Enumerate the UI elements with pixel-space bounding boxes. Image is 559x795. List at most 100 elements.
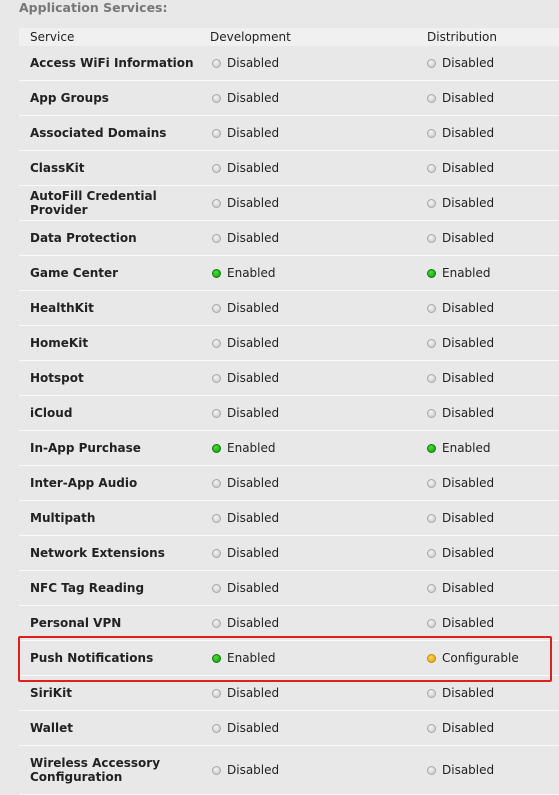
status-label: Configurable xyxy=(442,651,519,665)
table-row[interactable]: AutoFill Credential Provider Disabled Di… xyxy=(19,186,559,221)
status-label: Disabled xyxy=(442,763,495,777)
status-dot-icon xyxy=(212,723,221,733)
header-development: Development xyxy=(210,30,291,44)
status-dot-icon xyxy=(427,548,436,558)
table-row[interactable]: Push Notifications Enabled Configurable xyxy=(19,641,559,676)
status-label: Disabled xyxy=(442,91,495,105)
distribution-status: Disabled xyxy=(427,721,494,735)
table-row[interactable]: Wallet Disabled Disabled xyxy=(19,711,559,746)
table-row[interactable]: HealthKit Disabled Disabled xyxy=(19,291,559,326)
status-dot-icon xyxy=(427,583,436,593)
service-name: Access WiFi Information xyxy=(30,56,194,70)
status-label: Enabled xyxy=(227,266,276,280)
status-label: Disabled xyxy=(442,371,495,385)
distribution-status: Disabled xyxy=(427,161,494,175)
development-status: Disabled xyxy=(210,581,427,595)
table-row[interactable]: NFC Tag Reading Disabled Disabled xyxy=(19,571,559,606)
table-row[interactable]: Wireless Accessory Configuration Disable… xyxy=(19,746,559,795)
development-status: Disabled xyxy=(210,161,427,175)
status-dot-icon xyxy=(212,653,221,663)
development-status: Disabled xyxy=(210,476,427,490)
status-label: Disabled xyxy=(442,546,495,560)
service-name: Game Center xyxy=(30,266,119,280)
distribution-status: Disabled xyxy=(427,126,494,140)
distribution-status: Disabled xyxy=(427,91,494,105)
service-name: iCloud xyxy=(30,406,73,420)
development-status: Disabled xyxy=(210,511,427,525)
status-label: Disabled xyxy=(442,686,495,700)
status-label: Disabled xyxy=(442,161,495,175)
status-label: Disabled xyxy=(227,616,280,630)
table-row[interactable]: App Groups Disabled Disabled xyxy=(19,81,559,116)
status-label: Disabled xyxy=(442,301,495,315)
status-label: Disabled xyxy=(227,301,280,315)
status-label: Disabled xyxy=(227,91,280,105)
distribution-status: Disabled xyxy=(427,196,494,210)
status-label: Disabled xyxy=(442,336,495,350)
status-label: Disabled xyxy=(227,581,280,595)
table-row[interactable]: Multipath Disabled Disabled xyxy=(19,501,559,536)
table-row[interactable]: HomeKit Disabled Disabled xyxy=(19,326,559,361)
table-row[interactable]: Access WiFi Information Disabled Disable… xyxy=(19,46,559,81)
service-name: Wireless Accessory Configuration xyxy=(30,756,161,784)
status-dot-icon xyxy=(427,513,436,523)
service-name: In-App Purchase xyxy=(30,441,141,455)
development-status: Disabled xyxy=(210,91,427,105)
status-dot-icon xyxy=(212,765,221,775)
status-label: Disabled xyxy=(442,581,495,595)
distribution-status: Disabled xyxy=(427,406,494,420)
status-label: Disabled xyxy=(227,686,280,700)
status-dot-icon xyxy=(427,233,436,243)
status-dot-icon xyxy=(212,198,221,208)
development-status: Disabled xyxy=(210,126,427,140)
distribution-status: Disabled xyxy=(427,231,494,245)
status-label: Disabled xyxy=(227,196,280,210)
service-name: Personal VPN xyxy=(30,616,122,630)
development-status: Disabled xyxy=(210,721,427,735)
development-status: Disabled xyxy=(210,763,427,777)
status-dot-icon xyxy=(427,268,436,278)
service-name: ClassKit xyxy=(30,161,85,175)
service-name: Push Notifications xyxy=(30,651,154,665)
table-row[interactable]: ClassKit Disabled Disabled xyxy=(19,151,559,186)
status-label: Disabled xyxy=(227,476,280,490)
status-dot-icon xyxy=(212,408,221,418)
status-label: Enabled xyxy=(227,651,276,665)
status-dot-icon xyxy=(427,765,436,775)
status-label: Disabled xyxy=(442,721,495,735)
status-dot-icon xyxy=(427,688,436,698)
status-label: Enabled xyxy=(227,441,276,455)
table-row[interactable]: SiriKit Disabled Disabled xyxy=(19,676,559,711)
table-row[interactable]: Personal VPN Disabled Disabled xyxy=(19,606,559,641)
table-row[interactable]: Inter-App Audio Disabled Disabled xyxy=(19,466,559,501)
table-row[interactable]: Network Extensions Disabled Disabled xyxy=(19,536,559,571)
distribution-status: Disabled xyxy=(427,546,494,560)
status-dot-icon xyxy=(212,443,221,453)
status-label: Disabled xyxy=(442,616,495,630)
table-row[interactable]: In-App Purchase Enabled Enabled xyxy=(19,431,559,466)
distribution-status: Disabled xyxy=(427,56,494,70)
development-status: Disabled xyxy=(210,196,427,210)
status-label: Disabled xyxy=(227,511,280,525)
distribution-status: Disabled xyxy=(427,511,494,525)
table-header: Service Development Distribution xyxy=(19,28,559,46)
development-status: Disabled xyxy=(210,336,427,350)
distribution-status: Enabled xyxy=(427,266,491,280)
service-name: App Groups xyxy=(30,91,109,105)
table-row[interactable]: Hotspot Disabled Disabled xyxy=(19,361,559,396)
distribution-status: Disabled xyxy=(427,476,494,490)
table-row[interactable]: Game Center Enabled Enabled xyxy=(19,256,559,291)
development-status: Disabled xyxy=(210,686,427,700)
service-name: Network Extensions xyxy=(30,546,165,560)
status-label: Disabled xyxy=(227,546,280,560)
status-dot-icon xyxy=(212,303,221,313)
table-row[interactable]: iCloud Disabled Disabled xyxy=(19,396,559,431)
development-status: Disabled xyxy=(210,231,427,245)
status-dot-icon xyxy=(427,478,436,488)
status-label: Disabled xyxy=(442,476,495,490)
table-row[interactable]: Data Protection Disabled Disabled xyxy=(19,221,559,256)
status-label: Disabled xyxy=(227,56,280,70)
status-dot-icon xyxy=(427,723,436,733)
status-dot-icon xyxy=(212,233,221,243)
table-row[interactable]: Associated Domains Disabled Disabled xyxy=(19,116,559,151)
